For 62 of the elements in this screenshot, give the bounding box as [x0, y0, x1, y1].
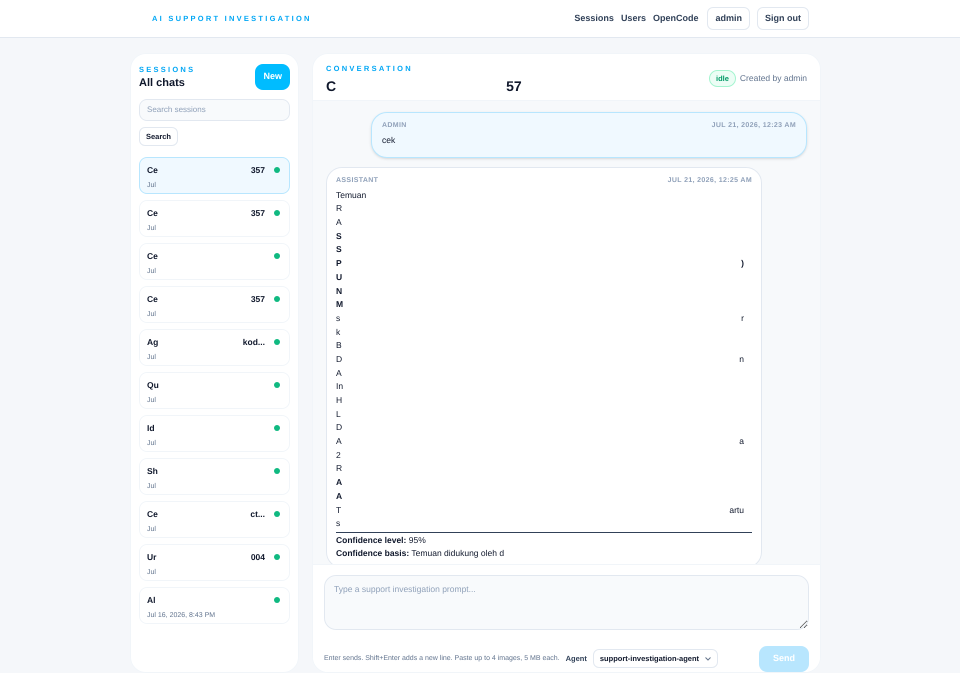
chevron-down-icon [705, 656, 712, 661]
session-title: kod... [242, 336, 265, 349]
message-text: A [336, 476, 342, 490]
session-title: Ur [147, 551, 156, 564]
session-title: Id [147, 422, 155, 435]
session-title: Qu [147, 379, 159, 392]
session-title: Ag [147, 336, 158, 349]
message-text: S [336, 230, 342, 243]
session-title: Ce [147, 293, 158, 306]
message-text: k [336, 326, 340, 339]
prompt-field[interactable]: Type a support investigation prompt... [324, 575, 809, 630]
message-text: 2 [336, 448, 341, 462]
message-text: cek [382, 134, 396, 146]
message-text: s [336, 517, 340, 530]
nav-link[interactable]: Sessions [574, 12, 614, 26]
nav-link[interactable]: OpenCode [652, 12, 698, 26]
message-text: S [336, 243, 342, 256]
panel-title: All chats [139, 76, 186, 92]
message-text: R [336, 462, 342, 476]
message-text: R [336, 202, 342, 216]
session-title: Ce [147, 250, 158, 263]
session-title: 357 [250, 207, 265, 220]
message-text: s [336, 312, 340, 325]
session-title: Ce [147, 207, 158, 220]
message-text: r [741, 312, 744, 325]
nav-link[interactable]: Users [620, 12, 646, 26]
message-text: A [336, 490, 342, 503]
created-by-text: Created by admin [740, 72, 807, 85]
sign-out-button[interactable]: Sign out [757, 6, 809, 30]
search-field[interactable]: Search sessions [139, 98, 290, 121]
session-title: Al [147, 594, 156, 607]
message-text: T [336, 504, 342, 516]
session-title: Ce [147, 164, 158, 177]
message-text: D [336, 421, 342, 434]
message-text: n [739, 352, 744, 366]
message-text: H [336, 394, 342, 407]
message-text: a [739, 435, 744, 448]
message-text: P [336, 257, 342, 270]
message-text: Temuan [336, 188, 366, 202]
message-text: U [336, 270, 342, 284]
confidence-text: Confidence level: 95% [336, 534, 427, 547]
session-title: 357 [250, 293, 265, 306]
session-title: 357 [250, 164, 265, 177]
session-title: ct... [250, 508, 265, 521]
message-text: A [336, 216, 342, 230]
message-text: L [336, 408, 341, 421]
session-title: Ce [147, 508, 158, 521]
message-text: B [336, 339, 342, 352]
session-title: 004 [250, 551, 265, 564]
message-text: artu [729, 504, 744, 516]
user-button[interactable]: admin [707, 6, 750, 30]
confidence-text: Confidence basis: Temuan didukung oleh d [336, 547, 506, 560]
conversation-title: C [326, 77, 336, 96]
message-text: A [336, 435, 342, 448]
message-text: A [336, 366, 342, 380]
session-title: Sh [147, 465, 158, 478]
message-text: In [336, 380, 344, 394]
message-text: M [336, 298, 344, 312]
message-text: N [336, 284, 342, 298]
message-text: ) [741, 257, 744, 270]
message-text: D [336, 352, 342, 366]
conversation-title: 57 [506, 77, 522, 96]
